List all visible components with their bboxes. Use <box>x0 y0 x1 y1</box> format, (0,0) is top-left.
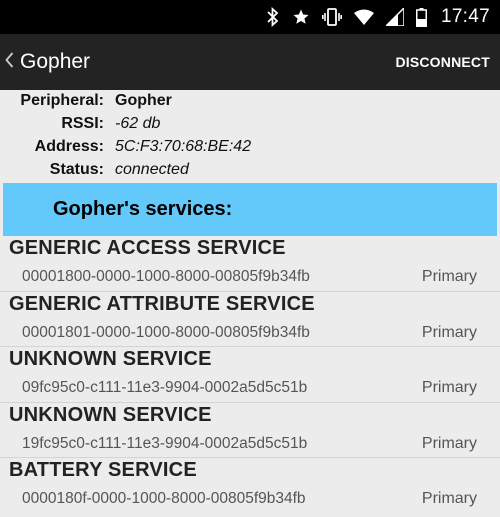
service-type: Primary <box>421 490 477 508</box>
service-uuid: 19fc95c0-c111-11e3-9904-0002a5d5c51b <box>22 434 308 452</box>
info-row-rssi: RSSI: -62 db <box>0 115 500 138</box>
signal-icon <box>385 8 404 26</box>
list-item[interactable]: UNKNOWN SERVICE 19fc95c0-c111-11e3-9904-… <box>0 403 500 459</box>
star-icon <box>292 8 310 26</box>
service-name: GENERIC ACCESS SERVICE <box>9 237 286 259</box>
service-type: Primary <box>421 268 477 285</box>
disconnect-button[interactable]: DISCONNECT <box>395 34 490 90</box>
list-item[interactable]: GENERIC ACCESS SERVICE 00001800-0000-100… <box>0 236 500 292</box>
chevron-left-icon <box>5 51 14 73</box>
services-header-label: Gopher's services: <box>53 198 233 220</box>
service-name: UNKNOWN SERVICE <box>9 403 212 426</box>
vibrate-icon <box>321 8 342 26</box>
peripheral-value: Gopher <box>115 92 172 109</box>
rssi-label: RSSI: <box>61 115 104 132</box>
service-name: UNKNOWN SERVICE <box>9 348 212 371</box>
address-value: 5C:F3:70:68:BE:42 <box>115 138 252 155</box>
service-name: BATTERY SERVICE <box>9 459 197 482</box>
service-uuid: 00001800-0000-1000-8000-00805f9b34fb <box>22 268 310 285</box>
peripheral-label: Peripheral: <box>20 92 104 109</box>
address-label: Address: <box>34 138 104 155</box>
wifi-icon <box>353 9 374 25</box>
service-uuid: 00001801-0000-1000-8000-00805f9b34fb <box>22 323 310 341</box>
service-uuid: 0000180f-0000-1000-8000-00805f9b34fb <box>22 490 306 508</box>
status-value: connected <box>115 161 189 178</box>
services-header: Gopher's services: <box>3 183 497 236</box>
list-item[interactable]: UNKNOWN SERVICE 09fc95c0-c111-11e3-9904-… <box>0 347 500 403</box>
bluetooth-icon <box>266 7 280 27</box>
service-name: GENERIC ATTRIBUTE SERVICE <box>9 292 315 315</box>
status-label: Status: <box>49 161 104 178</box>
page-title: Gopher <box>20 50 91 73</box>
peripheral-info: Peripheral: Gopher RSSI: -62 db Address:… <box>0 90 500 182</box>
info-row-status: Status: connected <box>0 161 500 184</box>
info-row-peripheral: Peripheral: Gopher <box>0 92 500 115</box>
service-type: Primary <box>421 379 477 397</box>
action-bar: Gopher DISCONNECT <box>0 34 500 90</box>
info-row-address: Address: 5C:F3:70:68:BE:42 <box>0 138 500 161</box>
service-type: Primary <box>421 434 477 452</box>
status-bar: 17:47 <box>0 0 500 34</box>
status-time: 17:47 <box>440 6 490 27</box>
battery-icon <box>415 7 427 27</box>
service-list: GENERIC ACCESS SERVICE 00001800-0000-100… <box>0 236 500 514</box>
rssi-value: -62 db <box>115 115 161 132</box>
back-button[interactable]: Gopher <box>0 34 90 90</box>
list-item[interactable]: BATTERY SERVICE 0000180f-0000-1000-8000-… <box>0 458 500 514</box>
service-type: Primary <box>421 323 477 341</box>
list-item[interactable]: GENERIC ATTRIBUTE SERVICE 00001801-0000-… <box>0 292 500 348</box>
service-uuid: 09fc95c0-c111-11e3-9904-0002a5d5c51b <box>22 379 308 397</box>
